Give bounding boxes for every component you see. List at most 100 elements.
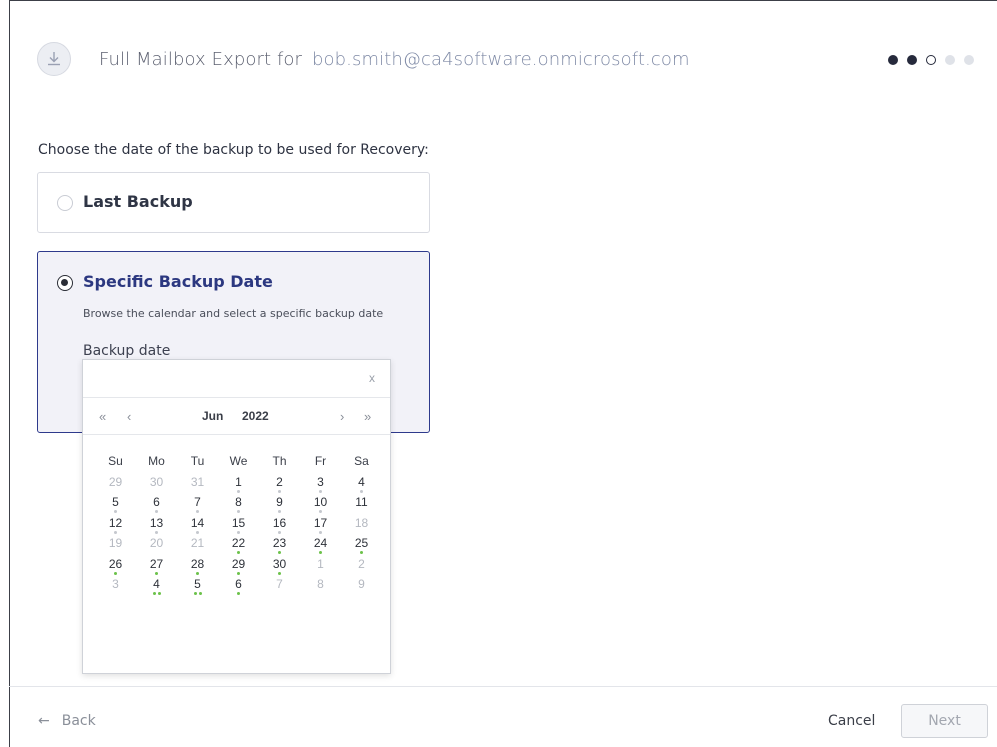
prev-month-button[interactable]: ‹ <box>127 409 131 424</box>
calendar-day[interactable]: 22 <box>218 536 259 557</box>
radio-specific-backup-date[interactable] <box>57 275 73 291</box>
weekday: We <box>229 454 248 468</box>
day-number: 29 <box>231 556 246 571</box>
calendar-day[interactable]: 7 <box>177 495 218 516</box>
option-last-backup[interactable]: Last Backup <box>37 172 430 233</box>
calendar-day[interactable]: 4 <box>136 577 177 598</box>
backup-indicator <box>95 510 136 514</box>
calendar-day[interactable]: 9 <box>259 495 300 516</box>
day-number: 6 <box>235 577 242 591</box>
backup-dot-grey <box>237 489 240 493</box>
backup-dot-grey <box>319 530 322 534</box>
radio-selected-dot <box>61 279 68 286</box>
backup-indicator <box>218 551 259 555</box>
calendar-day[interactable]: 10 <box>300 495 341 516</box>
next-month-button[interactable]: › <box>340 409 344 424</box>
back-label: Back <box>61 713 96 729</box>
backup-indicator <box>177 592 218 596</box>
calendar-day[interactable]: 19 <box>95 536 136 557</box>
calendar-day[interactable]: 13 <box>136 516 177 537</box>
calendar-week: 26 27 28 29 30 1 2 <box>95 557 387 578</box>
calendar-day[interactable]: 2 <box>259 475 300 496</box>
calendar-day[interactable]: 6 <box>218 577 259 598</box>
calendar-day[interactable]: 6 <box>136 495 177 516</box>
cancel-button[interactable]: Cancel <box>828 713 875 729</box>
backup-dot-grey <box>278 510 281 513</box>
backup-dot-green <box>157 592 161 595</box>
option-description: Browse the calendar and select a specifi… <box>83 307 384 320</box>
backup-dot-green <box>278 571 281 575</box>
calendar-day[interactable]: 16 <box>259 516 300 537</box>
calendar-day[interactable]: 8 <box>218 495 259 516</box>
day-number: 18 <box>354 515 369 530</box>
calendar-day[interactable]: 14 <box>177 516 218 537</box>
day-number: 17 <box>313 515 328 530</box>
calendar-day[interactable]: 15 <box>218 516 259 537</box>
day-number: 6 <box>153 495 160 509</box>
day-number: 16 <box>272 515 287 530</box>
weekday-header: Su Mo Tu We Th Fr Sa <box>95 454 387 475</box>
calendar-day[interactable]: 30 <box>259 557 300 578</box>
calendar-day[interactable]: 11 <box>341 495 382 516</box>
backup-indicator <box>341 489 382 494</box>
day-number: 5 <box>194 577 201 591</box>
day-number: 23 <box>272 536 287 550</box>
next-year-button[interactable]: » <box>364 409 371 424</box>
calendar-day[interactable]: 8 <box>300 577 341 598</box>
backup-indicator <box>259 530 300 535</box>
day-number: 8 <box>235 495 242 509</box>
calendar-day[interactable]: 20 <box>136 536 177 557</box>
calendar-day[interactable]: 3 <box>95 577 136 598</box>
calendar-year[interactable]: 2022 <box>242 409 269 423</box>
backup-indicator <box>136 510 177 514</box>
calendar-day[interactable]: 27 <box>136 557 177 578</box>
day-number: 9 <box>358 577 365 591</box>
day-number: 7 <box>194 495 201 509</box>
calendar-day[interactable]: 25 <box>341 536 382 557</box>
backup-indicator <box>136 571 177 576</box>
calendar-day[interactable]: 24 <box>300 536 341 557</box>
backup-indicator <box>95 571 136 576</box>
prev-year-button[interactable]: « <box>99 409 106 424</box>
calendar-day[interactable]: 17 <box>300 516 341 537</box>
step-indicator <box>888 55 974 65</box>
calendar-month[interactable]: Jun <box>202 409 223 423</box>
close-icon[interactable]: x <box>369 371 375 385</box>
calendar-day[interactable]: 31 <box>177 475 218 496</box>
day-number: 14 <box>190 515 205 530</box>
calendar-day[interactable]: 2 <box>341 557 382 578</box>
backup-dot-grey <box>237 530 240 534</box>
calendar-day[interactable]: 3 <box>300 475 341 496</box>
radio-last-backup[interactable] <box>57 195 73 211</box>
day-number: 20 <box>149 536 164 550</box>
backup-dot-green <box>196 571 199 575</box>
calendar-day[interactable]: 21 <box>177 536 218 557</box>
calendar-day[interactable]: 1 <box>300 557 341 578</box>
backup-indicator <box>218 530 259 535</box>
back-button[interactable]: ← Back <box>38 713 96 729</box>
next-button[interactable]: Next <box>901 704 988 738</box>
calendar-day[interactable]: 7 <box>259 577 300 598</box>
backup-dot-green <box>193 592 197 595</box>
calendar-day[interactable]: 5 <box>95 495 136 516</box>
backup-dot-green <box>198 592 202 595</box>
backup-dot-grey <box>319 510 322 513</box>
calendar-day[interactable]: 18 <box>341 516 382 537</box>
step-dot <box>907 55 917 65</box>
calendar-day[interactable]: 30 <box>136 475 177 496</box>
calendar-day[interactable]: 26 <box>95 557 136 578</box>
calendar-day[interactable]: 4 <box>341 475 382 496</box>
calendar-day[interactable]: 23 <box>259 536 300 557</box>
calendar-day[interactable]: 29 <box>95 475 136 496</box>
step-dot <box>888 55 898 65</box>
calendar-day[interactable]: 29 <box>218 557 259 578</box>
calendar-day[interactable]: 9 <box>341 577 382 598</box>
calendar-day[interactable]: 12 <box>95 516 136 537</box>
day-number: 24 <box>313 536 328 550</box>
day-number: 9 <box>276 495 283 509</box>
calendar-day[interactable]: 28 <box>177 557 218 578</box>
calendar-day[interactable]: 5 <box>177 577 218 598</box>
day-number: 30 <box>272 556 287 571</box>
calendar-day[interactable]: 1 <box>218 475 259 496</box>
backup-dot-green <box>152 592 156 595</box>
